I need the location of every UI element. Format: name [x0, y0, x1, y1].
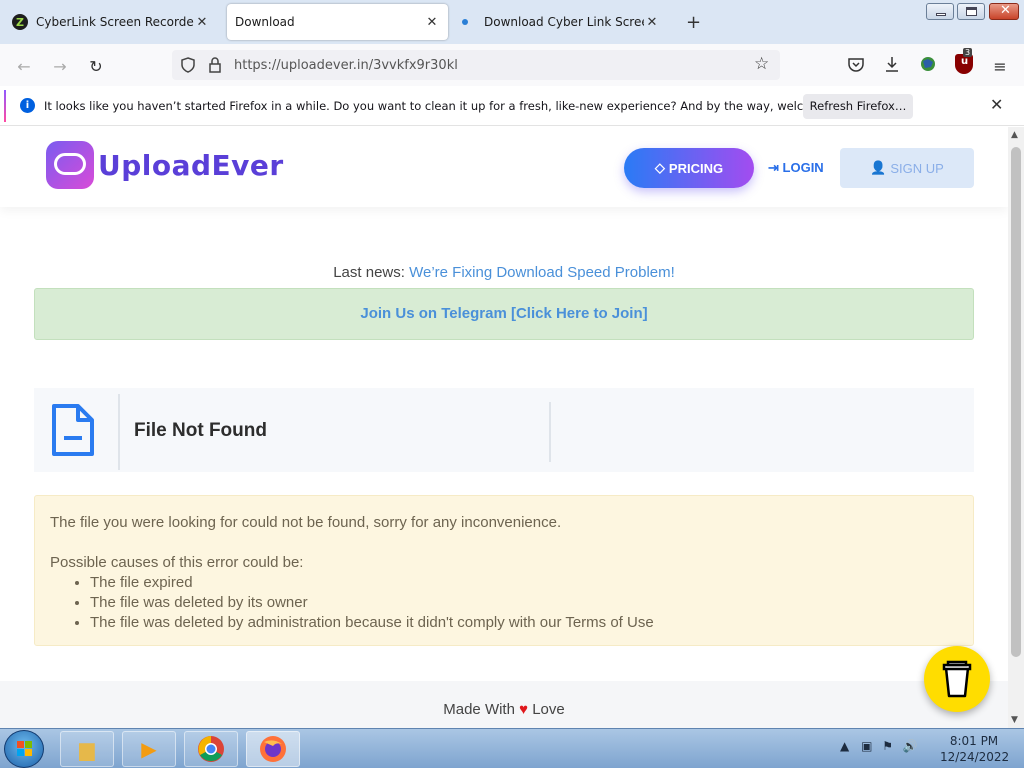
windows-logo-icon [17, 741, 32, 756]
coffee-cup-icon [942, 660, 972, 698]
footer-pre: Made With [443, 701, 515, 718]
scrollbar-thumb[interactable] [1011, 147, 1021, 657]
tab-title: Download Cyber Link Screen Re [484, 15, 644, 29]
file-title: File Not Found [134, 420, 267, 441]
url-text: https://uploadever.in/3vvkfx9r30kl [234, 57, 458, 73]
lock-icon[interactable] [208, 57, 222, 73]
pocket-icon[interactable] [847, 56, 865, 74]
notification-message: It looks like you haven’t started Firefo… [44, 99, 865, 113]
chrome-icon [198, 736, 224, 762]
extension-globe-icon[interactable] [919, 55, 937, 73]
file-icon [52, 404, 94, 456]
taskbar-media-player[interactable]: ▶ [122, 731, 176, 767]
site-header: UploadEver ◇ PRICING ⇥ LOGIN 👤 SIGN UP [0, 127, 1008, 207]
url-bar[interactable]: https://uploadever.in/3vvkfx9r30kl ☆ [172, 50, 780, 80]
last-news-link[interactable]: We’re Fixing Download Speed Problem! [409, 264, 675, 281]
time: 8:01 PM [949, 734, 999, 748]
telegram-join-banner[interactable]: Join Us on Telegram [Click Here to Join] [34, 288, 974, 340]
loading-dot-icon [462, 19, 468, 25]
error-causes-title: Possible causes of this error could be: [50, 554, 304, 571]
close-tab-icon[interactable]: ✕ [194, 15, 210, 30]
pricing-label: PRICING [668, 160, 724, 176]
list-item: The file was deleted by its owner [90, 593, 958, 613]
show-hidden-icons-icon[interactable]: ▲ [840, 739, 849, 753]
reload-icon[interactable]: ↻ [84, 54, 108, 78]
divider [549, 402, 551, 462]
notification-accent [4, 90, 6, 122]
taskbar-chrome[interactable] [184, 731, 238, 767]
buy-me-a-coffee-button[interactable] [924, 646, 990, 712]
logo-text[interactable]: UploadEver [98, 149, 284, 182]
refresh-firefox-button[interactable]: Refresh Firefox… [803, 94, 913, 119]
close-tab-icon[interactable]: ✕ [644, 15, 660, 30]
tab-download[interactable]: Download ✕ [227, 4, 448, 40]
ublock-icon[interactable]: u 3 [955, 48, 973, 74]
list-item: The file expired [90, 573, 958, 593]
tab-download-cyberlink[interactable]: Download Cyber Link Screen Re ✕ [452, 4, 668, 40]
start-button[interactable] [4, 730, 44, 768]
taskbar-firefox[interactable] [246, 731, 300, 767]
login-link[interactable]: ⇥ LOGIN [768, 160, 824, 176]
info-icon: i [20, 98, 35, 113]
taskbar-explorer[interactable]: ▆ [60, 731, 114, 767]
minimize-button[interactable] [926, 3, 954, 20]
new-tab-button[interactable]: + [686, 12, 701, 33]
bookmark-star-icon[interactable]: ☆ [754, 54, 769, 74]
vertical-scrollbar[interactable]: ▲ ▼ [1008, 127, 1024, 728]
flag-icon[interactable]: ⚑ [882, 739, 893, 753]
sign-in-icon: ⇥ [768, 160, 779, 175]
tab-cyberlink[interactable]: Z CyberLink Screen Recorder Delu ✕ [4, 4, 218, 40]
system-tray[interactable]: ▲ ▣ ⚑ 🔊 [840, 739, 918, 753]
folder-icon: ▆ [79, 737, 95, 761]
navigation-bar: ← → ↻ https://uploadever.in/3vvkfx9r30kl… [0, 44, 1024, 86]
signup-button[interactable]: 👤 SIGN UP [840, 148, 974, 188]
last-news-label: Last news: [333, 264, 405, 281]
error-causes-list: The file expired The file was deleted by… [50, 573, 958, 633]
scroll-down-arrow-icon[interactable]: ▼ [1011, 715, 1018, 725]
footer: Made With ♥ Love [0, 681, 1008, 728]
pricing-button[interactable]: ◇ PRICING [624, 148, 754, 188]
error-intro: The file you were looking for could not … [50, 514, 562, 531]
close-tab-icon[interactable]: ✕ [424, 15, 440, 30]
hamburger-menu-icon[interactable]: ≡ [988, 54, 1012, 78]
signup-label: SIGN UP [890, 160, 944, 176]
divider [118, 394, 120, 470]
forward-arrow-icon[interactable]: → [48, 54, 72, 78]
firefox-icon [260, 736, 286, 762]
file-info-box: File Not Found [34, 388, 974, 472]
windows-taskbar: ▆ ▶ ▲ ▣ ⚑ 🔊 8:01 PM 12/24/2022 [0, 728, 1024, 768]
maximize-button[interactable] [957, 3, 985, 20]
cyberlink-icon: Z [12, 14, 28, 30]
scroll-up-arrow-icon[interactable]: ▲ [1011, 130, 1018, 140]
footer-post: Love [532, 701, 565, 718]
date: 12/24/2022 [940, 750, 1010, 764]
diamond-icon: ◇ [654, 160, 665, 175]
login-label: LOGIN [782, 160, 824, 175]
page-content: UploadEver ◇ PRICING ⇥ LOGIN 👤 SIGN UP L… [0, 127, 1008, 728]
clock[interactable]: 8:01 PM 12/24/2022 [940, 733, 1010, 765]
heart-icon: ♥ [519, 701, 529, 718]
list-item: The file was deleted by administration b… [90, 613, 958, 633]
network-icon[interactable]: ▣ [861, 739, 872, 753]
media-player-icon: ▶ [141, 737, 157, 761]
close-notification-icon[interactable]: ✕ [990, 95, 1003, 114]
error-message-box: The file you were looking for could not … [34, 495, 974, 646]
tab-title: Download [235, 15, 295, 29]
user-plus-icon: 👤 [870, 160, 887, 175]
tab-title: CyberLink Screen Recorder Delu [36, 15, 194, 29]
uploadever-logo-icon[interactable] [46, 141, 94, 189]
download-icon[interactable] [883, 55, 901, 73]
last-news: Last news: We’re Fixing Download Speed P… [0, 264, 1008, 281]
browser-titlebar: Z CyberLink Screen Recorder Delu ✕ Downl… [0, 0, 1024, 44]
extension-badge: 3 [963, 48, 973, 57]
notification-bar: i It looks like you haven’t started Fire… [0, 86, 1024, 126]
back-arrow-icon[interactable]: ← [12, 54, 36, 78]
shield-icon[interactable] [180, 57, 196, 73]
close-window-button[interactable]: ✕ [989, 3, 1019, 20]
volume-icon[interactable]: 🔊 [903, 739, 918, 753]
